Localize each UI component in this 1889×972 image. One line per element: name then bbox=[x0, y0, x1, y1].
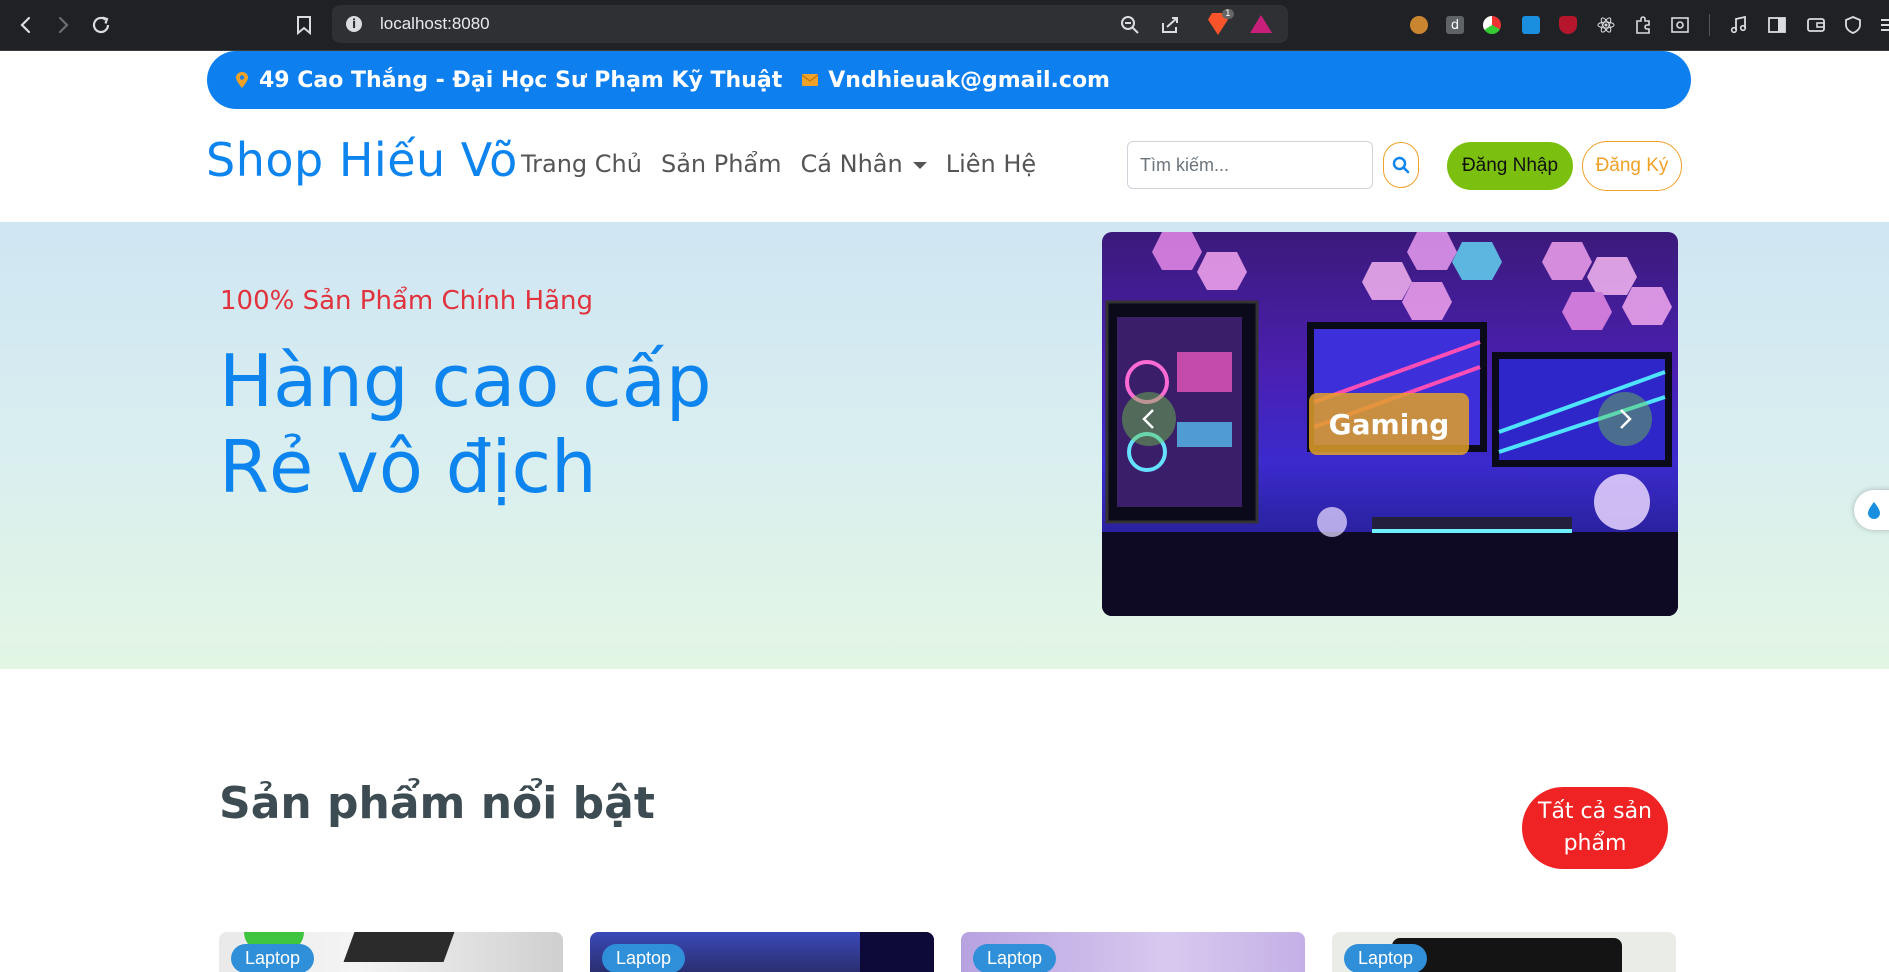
main-nav: Trang Chủ Sản Phẩm Cá Nhân Liên Hệ bbox=[521, 150, 1055, 178]
carousel-prev-button[interactable] bbox=[1122, 392, 1176, 446]
react-devtools-icon[interactable] bbox=[1595, 14, 1617, 36]
product-image-detail bbox=[343, 932, 455, 962]
chevron-right-icon bbox=[1620, 409, 1632, 429]
address-bar[interactable]: i localhost:8080 1 bbox=[332, 5, 1288, 43]
email-item: Vndhieuak@gmail.com bbox=[802, 68, 1110, 93]
chevron-left-icon bbox=[1142, 409, 1154, 429]
d-extension-icon[interactable]: d bbox=[1444, 14, 1466, 36]
product-card[interactable]: Laptop bbox=[1332, 932, 1676, 972]
zoom-icon[interactable] bbox=[1120, 15, 1140, 39]
drop-extension-icon[interactable] bbox=[1520, 14, 1542, 36]
water-drop-icon bbox=[1868, 502, 1880, 519]
ublock-icon[interactable] bbox=[1557, 14, 1579, 36]
hero-carousel[interactable]: Gaming bbox=[1102, 232, 1678, 616]
nav-home[interactable]: Trang Chủ bbox=[521, 150, 642, 178]
map-marker-icon bbox=[236, 72, 248, 88]
back-arrow-icon[interactable] bbox=[13, 12, 39, 38]
forward-arrow-icon[interactable] bbox=[50, 12, 76, 38]
category-tag: Laptop bbox=[231, 944, 315, 972]
hero-subtitle: 100% Sản Phẩm Chính Hãng bbox=[220, 286, 594, 316]
category-tag: Laptop bbox=[1344, 944, 1428, 972]
address-text: 49 Cao Thắng - Đại Học Sư Phạm Kỹ Thuật bbox=[259, 67, 783, 93]
site-info-icon[interactable]: i bbox=[346, 16, 362, 32]
envelope-icon bbox=[802, 74, 819, 86]
reload-icon[interactable] bbox=[88, 12, 114, 38]
hero-title: Hàng cao cấp Rẻ vô địch bbox=[219, 338, 712, 510]
carousel-slide-label: Gaming bbox=[1309, 393, 1469, 455]
product-card[interactable]: Laptop bbox=[590, 932, 934, 972]
hero-title-line-2: Rẻ vô địch bbox=[219, 425, 597, 509]
shield-badge: 1 bbox=[1222, 9, 1234, 19]
nav-personal-dropdown[interactable]: Cá Nhân bbox=[801, 150, 927, 178]
search-button[interactable] bbox=[1383, 142, 1419, 188]
all-products-button[interactable]: Tất cả sản phẩm bbox=[1522, 787, 1668, 869]
wallet-icon[interactable] bbox=[1805, 14, 1827, 36]
search-input[interactable] bbox=[1127, 141, 1373, 189]
hero-title-line-1: Hàng cao cấp bbox=[219, 339, 712, 423]
featured-title: Sản phẩm nổi bật bbox=[219, 778, 655, 829]
product-image bbox=[860, 932, 934, 972]
search-icon bbox=[1392, 156, 1410, 174]
nav-contact[interactable]: Liên Hệ bbox=[946, 150, 1036, 178]
color-extension-icon[interactable] bbox=[1481, 14, 1503, 36]
product-card[interactable]: Laptop bbox=[219, 932, 563, 972]
screen-search-icon[interactable] bbox=[1669, 14, 1691, 36]
product-card[interactable]: Laptop bbox=[961, 932, 1305, 972]
rewards-icon[interactable] bbox=[1250, 15, 1272, 33]
menu-icon[interactable] bbox=[1874, 14, 1889, 36]
login-button[interactable]: Đăng Nhập bbox=[1447, 142, 1573, 190]
category-tag: Laptop bbox=[602, 944, 686, 972]
contact-bar: 49 Cao Thắng - Đại Học Sư Phạm Kỹ Thuật … bbox=[207, 51, 1691, 109]
brand-logo[interactable]: Shop Hiếu Võ bbox=[206, 133, 518, 187]
url-text: localhost:8080 bbox=[380, 14, 490, 33]
carousel-next-button[interactable] bbox=[1598, 392, 1652, 446]
address-item: 49 Cao Thắng - Đại Học Sư Phạm Kỹ Thuật bbox=[235, 68, 782, 93]
toolbar-divider bbox=[1709, 14, 1710, 36]
caret-down-icon bbox=[912, 161, 927, 169]
bookmark-icon[interactable] bbox=[291, 12, 317, 38]
floating-drop-widget[interactable] bbox=[1854, 490, 1889, 530]
nav-products[interactable]: Sản Phẩm bbox=[661, 150, 782, 178]
sidebar-toggle-icon[interactable] bbox=[1766, 14, 1788, 36]
share-icon[interactable] bbox=[1160, 15, 1180, 39]
browser-toolbar: i localhost:8080 1 d bbox=[0, 0, 1889, 51]
cookie-extension-icon[interactable] bbox=[1408, 14, 1430, 36]
register-button[interactable]: Đăng Ký bbox=[1582, 141, 1682, 191]
puzzle-extensions-icon[interactable] bbox=[1632, 14, 1654, 36]
music-icon[interactable] bbox=[1728, 14, 1750, 36]
email-text: Vndhieuak@gmail.com bbox=[828, 67, 1110, 93]
category-tag: Laptop bbox=[973, 944, 1057, 972]
vpn-shield-icon[interactable] bbox=[1842, 14, 1864, 36]
nav-personal-label: Cá Nhân bbox=[800, 150, 903, 178]
